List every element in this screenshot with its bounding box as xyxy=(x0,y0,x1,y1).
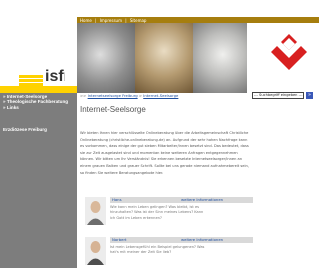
counselor-photo xyxy=(85,237,106,265)
counselor-header: Hans weitere Informationen xyxy=(110,197,253,203)
counselor-question: Ist mein Lebensgefühl ein Beispiel gelun… xyxy=(110,245,205,255)
counselor-info-link[interactable]: weitere Informationen xyxy=(181,197,223,203)
search-select[interactable]: --- Suchbegriff eingeben --- ▾ xyxy=(252,92,304,99)
logo-area: isfr xyxy=(0,17,77,93)
erzdioezese-logo-area xyxy=(247,23,319,93)
counselor-name[interactable]: Hans xyxy=(112,197,122,203)
nav-impressum-link[interactable]: Impressum xyxy=(100,18,122,23)
search-go-button[interactable]: » xyxy=(306,92,313,99)
page-intro-text: Wir bieten Ihnen hier verschlüsselte Onl… xyxy=(80,131,249,175)
counselor-info-link[interactable]: weitere Informationen xyxy=(181,237,223,243)
nav-separator: | xyxy=(125,17,127,23)
breadcrumb-link-current[interactable]: Internet-Seelsorge xyxy=(143,93,178,98)
counselor-photo xyxy=(85,197,106,225)
search-select-value: --- Suchbegriff eingeben --- xyxy=(254,93,303,97)
counselor-header: Norbert weitere Informationen xyxy=(110,237,253,243)
sidebar-item-erzdioezese-freiburg[interactable]: Erzdiözese Freiburg xyxy=(0,127,77,132)
sidebar-item-links[interactable]: » Links xyxy=(0,105,77,110)
breadcrumb-link-home[interactable]: Internetseelsorge Freiburg xyxy=(88,93,138,98)
banner-photo-compass xyxy=(193,23,247,93)
header-banner xyxy=(77,23,247,93)
svg-text:isfr: isfr xyxy=(45,68,65,85)
breadcrumb: >> Internetseelsorge Freiburg > Internet… xyxy=(80,93,250,98)
page-title: Internet-Seelsorge xyxy=(80,105,146,114)
counselor-name[interactable]: Norbert xyxy=(112,237,127,243)
counselor-question: Wie kann mein Leben gelingen? Was bleibt… xyxy=(110,205,204,220)
breadcrumb-prefix: >> xyxy=(80,93,87,98)
banner-photo-hands xyxy=(77,23,135,93)
sidebar: » Internet-Seelsorge » Theologische Fach… xyxy=(0,93,77,268)
nav-separator: | xyxy=(95,17,97,23)
breadcrumb-separator: > xyxy=(138,93,143,98)
banner-photo-rosary xyxy=(135,23,193,93)
main-content: >> Internetseelsorge Freiburg > Internet… xyxy=(80,93,250,175)
nav-sitemap-link[interactable]: Sitemap xyxy=(130,18,147,23)
sidebar-top-band xyxy=(0,86,77,93)
top-nav-links: Home | Impressum | Sitemap xyxy=(80,18,146,23)
nav-home-link[interactable]: Home xyxy=(80,18,92,23)
erzdioezese-emblem-icon[interactable] xyxy=(267,28,311,88)
